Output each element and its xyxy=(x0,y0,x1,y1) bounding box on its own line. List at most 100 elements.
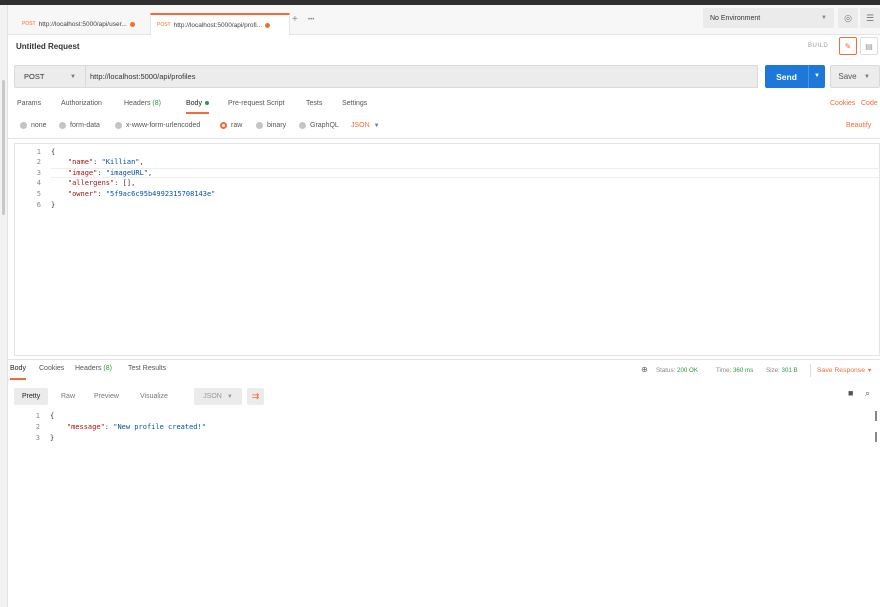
code-line: 4 "allergens": [], xyxy=(15,178,136,188)
radio-x-www-form-urlencoded[interactable]: x-www-form-urlencoded xyxy=(115,122,200,129)
tab-label: Test Results xyxy=(128,365,167,372)
format-value: JSON xyxy=(203,393,222,400)
line-number: 6 xyxy=(36,201,41,209)
sliders-icon[interactable]: ☰ xyxy=(860,8,880,28)
tab-label: Body xyxy=(186,100,202,107)
new-tab-button[interactable]: + xyxy=(292,14,298,25)
method-value: POST xyxy=(24,72,45,81)
chevron-down-icon: ▼ xyxy=(866,368,873,374)
json-key: "image" xyxy=(67,169,98,177)
tab-count: (8) xyxy=(103,365,112,372)
response-body[interactable]: 1{ 2 "message": "New profile created!" 3… xyxy=(14,411,874,451)
status-value: 200 OK xyxy=(677,367,698,374)
request-tab-2[interactable]: POST http://localhost:5000/api/profi... xyxy=(150,13,290,35)
json-value: "Killian" xyxy=(101,158,140,166)
radio-icon xyxy=(115,122,122,129)
tab-label: Pre-request Script xyxy=(228,100,285,107)
response-scroll-marker xyxy=(875,432,877,442)
tab-method: POST xyxy=(22,21,36,27)
beautify-link[interactable]: Beautify xyxy=(846,122,871,129)
divider xyxy=(8,138,880,139)
response-tab-test-results[interactable]: Test Results xyxy=(128,365,166,372)
code-line: 5 "owner": "5f9ac6c95b4992315708143e" xyxy=(15,189,216,199)
tab-tests[interactable]: Tests xyxy=(306,100,322,107)
view-pretty[interactable]: Pretty xyxy=(14,388,49,405)
url-input[interactable]: http://localhost:5000/api/profiles xyxy=(86,65,758,88)
radio-icon xyxy=(59,122,66,129)
option-label: none xyxy=(31,122,47,129)
line-number: 4 xyxy=(36,179,41,187)
comments-icon[interactable]: ▤ xyxy=(860,37,878,55)
save-label: Save xyxy=(838,72,857,81)
response-tab-body[interactable]: Body xyxy=(10,365,26,380)
radio-icon xyxy=(299,122,306,129)
chevron-down-icon: ▼ xyxy=(821,15,827,21)
search-icon[interactable]: ⌕ xyxy=(865,388,870,399)
option-label: form-data xyxy=(70,122,100,129)
radio-selected-icon xyxy=(220,122,227,129)
more-tabs-button[interactable]: ••• xyxy=(308,17,314,23)
response-format-select[interactable]: JSON ▼ xyxy=(194,388,242,405)
chevron-down-icon[interactable]: ▼ xyxy=(864,74,870,80)
radio-icon xyxy=(256,122,263,129)
save-response-button[interactable]: Save Response ▼ xyxy=(817,367,872,374)
globe-icon[interactable]: ⊕ xyxy=(641,365,648,374)
radio-form-data[interactable]: form-data xyxy=(59,122,100,129)
edit-pencil-icon[interactable]: ✎ xyxy=(839,37,857,55)
json-key: "message" xyxy=(66,423,105,431)
tab-label: Params xyxy=(17,100,42,107)
code-text: { xyxy=(50,412,55,420)
send-label: Send xyxy=(776,71,797,82)
body-format-select[interactable]: JSON ▼ xyxy=(351,122,380,129)
tab-headers[interactable]: Headers (8) xyxy=(124,100,161,107)
response-tab-cookies[interactable]: Cookies xyxy=(39,365,64,372)
request-tab-1[interactable]: POST http://localhost:5000/api/user... xyxy=(16,13,146,35)
radio-graphql[interactable]: GraphQL xyxy=(299,122,339,129)
eye-icon[interactable]: ◎ xyxy=(838,8,858,28)
chevron-down-icon[interactable]: ▼ xyxy=(808,65,825,88)
url-value: http://localhost:5000/api/profiles xyxy=(90,72,196,81)
radio-none[interactable]: none xyxy=(20,122,47,129)
view-raw[interactable]: Raw xyxy=(53,388,83,405)
response-tab-headers[interactable]: Headers (8) xyxy=(75,365,112,372)
wrap-lines-icon[interactable]: ⇉ xyxy=(247,388,264,405)
line-number: 2 xyxy=(36,158,41,166)
environment-select[interactable]: No Environment ▼ xyxy=(703,8,834,28)
radio-raw[interactable]: raw xyxy=(220,122,242,129)
json-punct: , xyxy=(131,179,136,187)
json-value: [] xyxy=(122,179,132,187)
line-number: 3 xyxy=(35,434,40,442)
response-scroll-marker xyxy=(875,411,877,421)
sidebar-scrollbar[interactable] xyxy=(2,80,5,215)
code-link[interactable]: Code xyxy=(861,100,878,107)
tab-authorization[interactable]: Authorization xyxy=(61,100,102,107)
tab-label: Body xyxy=(10,365,26,372)
chevron-down-icon: ▼ xyxy=(226,393,233,400)
save-button[interactable]: Save ▼ xyxy=(830,65,880,88)
tab-count: (8) xyxy=(152,100,161,107)
status-info: Status: 200 OK xyxy=(656,367,698,374)
view-visualize[interactable]: Visualize xyxy=(132,388,176,405)
request-title[interactable]: Untitled Request xyxy=(16,42,80,51)
tab-method: POST xyxy=(157,22,171,28)
send-button[interactable]: Send ▼ xyxy=(765,65,825,88)
size-info: Size: 301 B xyxy=(766,367,798,374)
option-label: GraphQL xyxy=(310,122,339,129)
tab-params[interactable]: Params xyxy=(17,100,41,107)
tab-label: Headers xyxy=(124,100,151,107)
option-label: raw xyxy=(231,122,243,129)
line-number: 3 xyxy=(36,169,41,177)
code-text: } xyxy=(51,201,56,209)
json-key: "name" xyxy=(67,158,94,166)
tab-pre-request-script[interactable]: Pre-request Script xyxy=(228,100,284,107)
view-preview[interactable]: Preview xyxy=(86,388,127,405)
radio-binary[interactable]: binary xyxy=(256,122,286,129)
request-body-editor[interactable]: 1{ 2 "name": "Killian", 3 "image": "imag… xyxy=(14,143,880,356)
copy-icon[interactable]: ■ xyxy=(848,388,853,398)
tab-settings[interactable]: Settings xyxy=(342,100,367,107)
json-value: "5f9ac6c95b4992315708143e" xyxy=(105,190,216,198)
tab-body[interactable]: Body xyxy=(186,100,209,114)
size-label: Size: xyxy=(766,367,780,374)
cookies-link[interactable]: Cookies xyxy=(830,100,855,107)
method-select[interactable]: POST ▼ xyxy=(14,65,86,88)
